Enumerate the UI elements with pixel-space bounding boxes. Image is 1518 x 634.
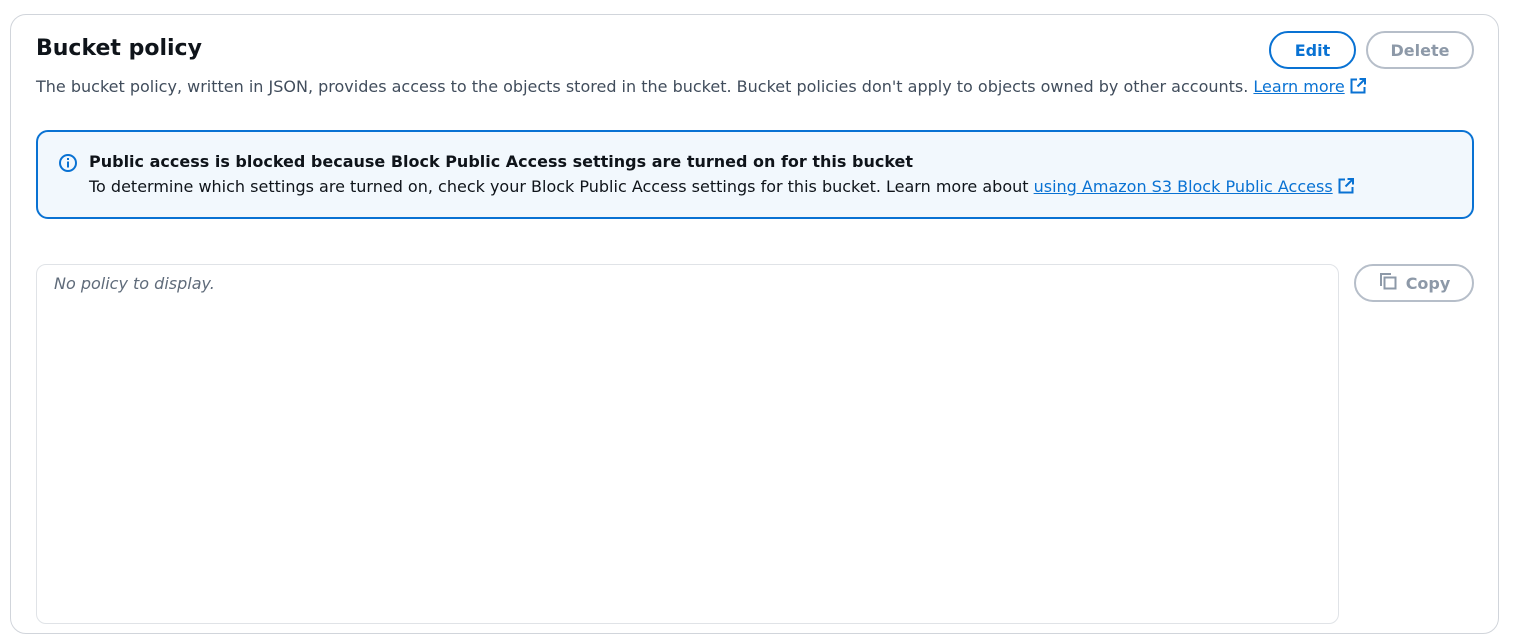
info-icon — [58, 153, 78, 177]
edit-button[interactable]: Edit — [1269, 31, 1356, 69]
delete-button-label: Delete — [1390, 40, 1450, 60]
external-link-icon — [1337, 177, 1355, 201]
edit-button-label: Edit — [1294, 40, 1331, 60]
copy-icon — [1378, 271, 1398, 295]
section-description: The bucket policy, written in JSON, prov… — [36, 76, 1367, 101]
policy-editor[interactable]: No policy to display. — [36, 264, 1339, 624]
alert-body-text: To determine which settings are turned o… — [89, 177, 1029, 196]
info-alert: Public access is blocked because Block P… — [36, 130, 1474, 219]
alert-body: To determine which settings are turned o… — [89, 176, 1355, 201]
delete-button[interactable]: Delete — [1366, 31, 1474, 69]
description-text: The bucket policy, written in JSON, prov… — [36, 77, 1249, 96]
block-public-access-link[interactable]: using Amazon S3 Block Public Access — [1034, 177, 1355, 196]
policy-empty-text: No policy to display. — [54, 274, 215, 293]
alert-title: Public access is blocked because Block P… — [89, 152, 914, 171]
section-title: Bucket policy — [36, 36, 202, 61]
learn-more-label: Learn more — [1253, 77, 1345, 96]
block-public-access-label: using Amazon S3 Block Public Access — [1033, 177, 1333, 196]
learn-more-link[interactable]: Learn more — [1253, 77, 1366, 96]
copy-button-label: Copy — [1405, 273, 1451, 293]
copy-button[interactable]: Copy — [1354, 264, 1474, 302]
external-link-icon — [1349, 77, 1367, 101]
